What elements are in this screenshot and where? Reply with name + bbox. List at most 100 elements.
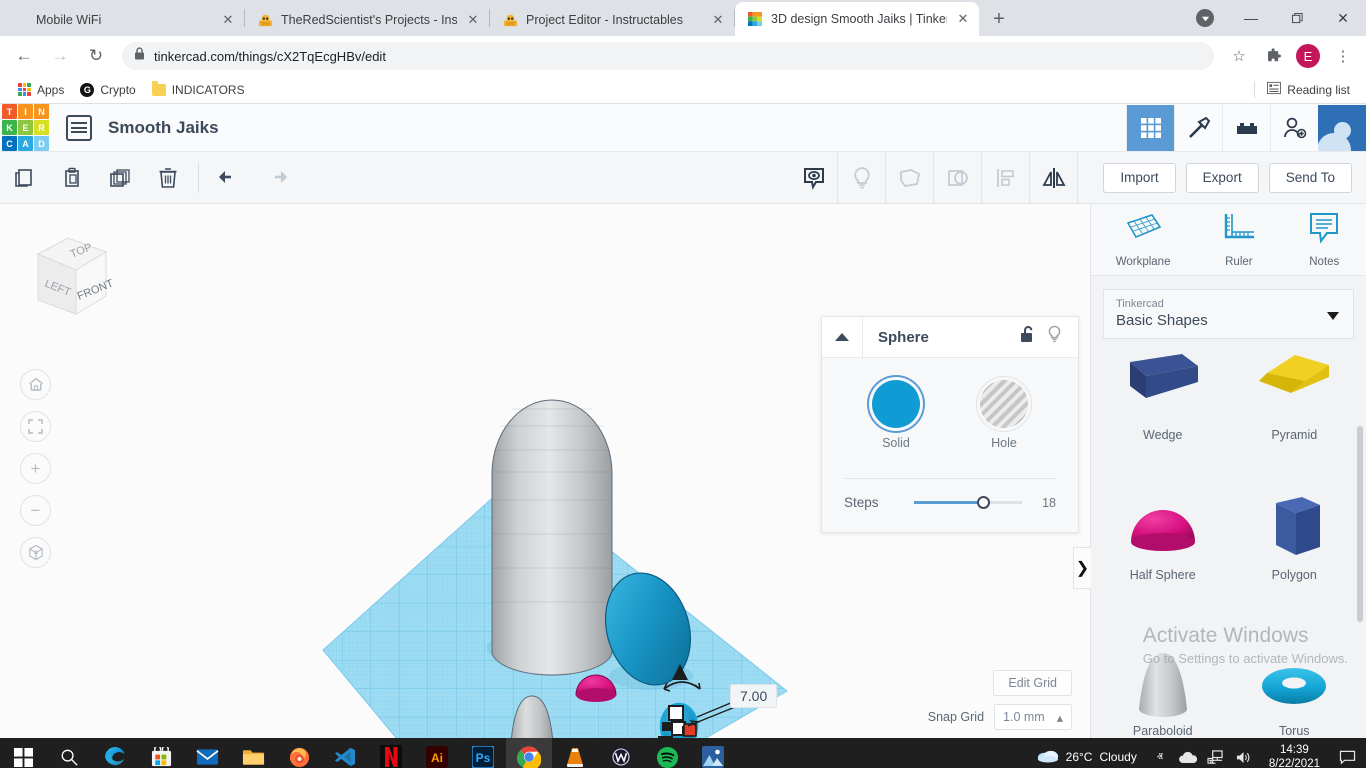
notes-tool[interactable]: Notes	[1307, 211, 1341, 268]
browser-tab[interactable]: Project Editor - Instructables ✕	[490, 4, 734, 36]
shape-item-polygon[interactable]: Polygon	[1229, 490, 1361, 588]
clock[interactable]: 14:39 8/22/2021	[1259, 743, 1330, 768]
weather-widget[interactable]: 26°C Cloudy	[1029, 748, 1145, 766]
workplane-tool[interactable]: Workplane	[1116, 211, 1171, 268]
back-button[interactable]: ←	[8, 40, 40, 72]
vs-code-button[interactable]	[322, 738, 368, 768]
add-person-icon[interactable]	[1270, 105, 1318, 151]
start-button[interactable]	[0, 738, 46, 768]
snap-grid-select[interactable]: 1.0 mm ▴	[994, 704, 1072, 730]
half-sphere-icon	[1097, 490, 1229, 568]
light-bulb-icon[interactable]	[1047, 325, 1062, 349]
edge-button[interactable]	[92, 738, 138, 768]
address-bar[interactable]: tinkercad.com/things/cX2TqEcgHBv/edit	[122, 42, 1214, 70]
search-button[interactable]	[46, 738, 92, 768]
bookmark-crypto[interactable]: G Crypto	[72, 79, 143, 101]
profile-avatar[interactable]: E	[1296, 44, 1320, 68]
polygon-icon	[1229, 490, 1361, 568]
mirror-icon[interactable]	[1030, 152, 1078, 204]
edit-grid-button[interactable]: Edit Grid	[993, 670, 1072, 696]
extensions-puzzle-icon[interactable]	[1258, 41, 1288, 71]
bookmark-indicators[interactable]: INDICATORS	[144, 79, 253, 101]
solid-color-swatch[interactable]	[872, 380, 920, 428]
onedrive-cloud-icon[interactable]	[1175, 738, 1201, 768]
list-menu-icon[interactable]	[66, 115, 92, 141]
netflix-button[interactable]	[368, 738, 414, 768]
page-title[interactable]: Smooth Jaiks	[108, 118, 219, 138]
close-window-button[interactable]: ✕	[1320, 0, 1366, 36]
ortho-perspective-toggle-button[interactable]	[20, 537, 51, 568]
chrome-menu-icon[interactable]: ⋮	[1328, 41, 1358, 71]
paste-icon[interactable]	[48, 152, 96, 204]
microsoft-store-button[interactable]	[138, 738, 184, 768]
collapse-triangle-icon[interactable]	[822, 317, 863, 357]
fit-view-button[interactable]	[20, 411, 51, 442]
notification-icon[interactable]	[1332, 738, 1362, 768]
tab-close-icon[interactable]: ✕	[955, 11, 971, 27]
unlocked-padlock-icon[interactable]	[1020, 325, 1035, 349]
shape-item-torus[interactable]: Torus	[1229, 646, 1361, 738]
hole-option[interactable]: Hole	[980, 380, 1028, 450]
tab-close-icon[interactable]: ✕	[465, 12, 481, 28]
zoom-out-button[interactable]: −	[20, 495, 51, 526]
steps-slider[interactable]	[914, 501, 1022, 504]
grid-view-icon[interactable]	[1126, 105, 1174, 151]
zoom-in-button[interactable]: +	[20, 453, 51, 484]
firefox-button[interactable]	[276, 738, 322, 768]
shape-item-paraboloid[interactable]: Paraboloid	[1097, 646, 1229, 738]
dimension-label-width[interactable]: 7.00	[730, 684, 777, 708]
chrome-button[interactable]	[506, 738, 552, 768]
shape-library-grid[interactable]: Wedge Pyramid	[1091, 350, 1366, 738]
blocks-icon[interactable]	[1222, 105, 1270, 151]
undo-icon[interactable]	[205, 152, 253, 204]
shape-item-wedge[interactable]: Wedge	[1097, 350, 1229, 448]
panel-collapse-toggle[interactable]: ❯	[1073, 547, 1091, 589]
vlc-button[interactable]	[552, 738, 598, 768]
chevron-down-icon	[1327, 312, 1339, 320]
user-avatar[interactable]	[1318, 105, 1366, 151]
tab-close-icon[interactable]: ✕	[220, 12, 236, 28]
reload-button[interactable]: ↻	[80, 40, 112, 72]
delete-trash-icon[interactable]	[144, 152, 192, 204]
show-hide-eye-icon[interactable]	[790, 152, 838, 204]
new-tab-button[interactable]: +	[985, 5, 1013, 33]
duplicate-icon[interactable]	[96, 152, 144, 204]
bookmark-star-icon[interactable]: ☆	[1224, 41, 1254, 71]
file-explorer-button[interactable]	[230, 738, 276, 768]
maximize-button[interactable]	[1274, 0, 1320, 36]
browser-tab[interactable]: TheRedScientist's Projects - Instru ✕	[245, 4, 489, 36]
mail-button[interactable]	[184, 738, 230, 768]
bookmark-apps[interactable]: Apps	[10, 79, 72, 101]
tinkercad-logo[interactable]: T I N K E R C A D	[2, 105, 48, 151]
network-icon[interactable]	[1203, 738, 1229, 768]
minimize-button[interactable]: —	[1228, 0, 1274, 36]
volume-icon[interactable]	[1231, 738, 1257, 768]
shape-category-select[interactable]: Tinkercad Basic Shapes	[1103, 289, 1354, 339]
view-cube[interactable]: TOP LEFT FRONT	[16, 224, 116, 329]
photos-button[interactable]	[690, 738, 736, 768]
send-to-button[interactable]: Send To	[1269, 163, 1352, 193]
shape-item-half-sphere[interactable]: Half Sphere	[1097, 490, 1229, 588]
hole-swatch[interactable]	[980, 380, 1028, 428]
shape-panel-scrollbar[interactable]	[1357, 426, 1363, 622]
illustrator-button[interactable]: Ai	[414, 738, 460, 768]
browser-tab-active[interactable]: 3D design Smooth Jaiks | Tinkerc ✕	[735, 2, 979, 36]
solid-option[interactable]: Solid	[872, 380, 920, 450]
codeblocks-hammer-icon[interactable]	[1174, 105, 1222, 151]
logo-letter: E	[18, 120, 33, 135]
browser-tab[interactable]: Mobile WiFi ✕	[0, 4, 244, 36]
chrome-update-icon[interactable]	[1196, 9, 1214, 27]
shape-item-pyramid[interactable]: Pyramid	[1229, 350, 1361, 448]
copy-icon[interactable]	[0, 152, 48, 204]
ruler-tool[interactable]: Ruler	[1220, 211, 1258, 268]
tab-close-icon[interactable]: ✕	[710, 12, 726, 28]
import-button[interactable]: Import	[1103, 163, 1175, 193]
steps-slider-knob[interactable]	[977, 496, 990, 509]
export-button[interactable]: Export	[1186, 163, 1259, 193]
photoshop-button[interactable]: Ps	[460, 738, 506, 768]
reading-list-button[interactable]: Reading list	[1254, 81, 1356, 98]
spotify-button[interactable]	[644, 738, 690, 768]
tray-chevron-icon[interactable]: ⱏ	[1147, 738, 1173, 768]
wondershare-button[interactable]	[598, 738, 644, 768]
home-view-button[interactable]	[20, 369, 51, 400]
